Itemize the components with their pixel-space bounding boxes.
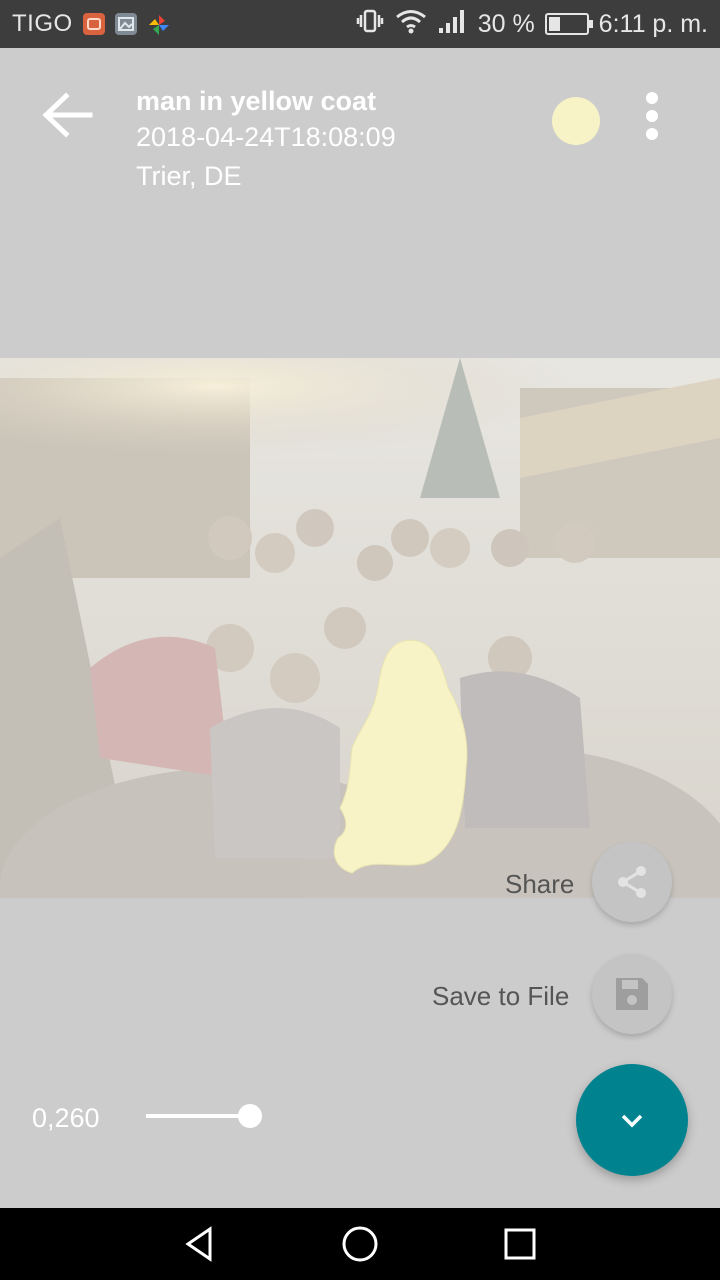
battery-icon — [544, 13, 593, 35]
battery-percent: 30 % — [477, 9, 535, 38]
status-bar-right: 30 % 6:11 p. m. — [356, 0, 708, 48]
share-label: Share — [505, 869, 575, 899]
arrow-left-icon — [42, 92, 93, 138]
save-to-file-label: Save to File — [432, 981, 570, 1011]
navigation-bar — [0, 1208, 720, 1280]
carrier-name: TIGO — [12, 10, 73, 37]
timestamp: 2018-04-24T18:08:09 — [136, 122, 396, 152]
share-button[interactable] — [592, 842, 672, 922]
chevron-down-icon — [621, 1114, 643, 1128]
threshold-slider[interactable] — [146, 1104, 262, 1128]
status-bar: TIGO 30 % 6:11 p. m. — [0, 0, 720, 48]
pinwheel-icon — [147, 13, 169, 35]
more-options-button[interactable] — [632, 88, 672, 144]
back-triangle-icon — [185, 1226, 212, 1262]
segmented-photo — [0, 358, 720, 898]
home-circle-icon — [342, 1226, 378, 1262]
notification-app-icon — [82, 13, 105, 35]
clock: 6:11 p. m. — [598, 9, 708, 38]
signal-icon — [438, 8, 468, 41]
mask-color-swatch[interactable] — [552, 97, 600, 145]
nav-back-button[interactable] — [176, 1220, 224, 1268]
more-vert-icon — [646, 92, 658, 104]
page-title: man in yellow coat — [136, 86, 377, 116]
gallery-icon — [114, 13, 137, 35]
slider-thumb[interactable] — [238, 1104, 262, 1128]
status-bar-left: TIGO — [12, 0, 169, 48]
nav-recents-button[interactable] — [496, 1220, 544, 1268]
location: Trier, DE — [136, 161, 242, 191]
share-icon — [618, 866, 646, 898]
slider-track — [146, 1114, 250, 1118]
threshold-value: 0,260 — [32, 1103, 100, 1133]
wifi-icon — [394, 8, 428, 41]
recents-square-icon — [504, 1228, 536, 1260]
back-button[interactable] — [38, 84, 100, 146]
collapse-menu-button[interactable] — [576, 1064, 688, 1176]
vibrate-icon — [356, 8, 384, 41]
save-icon — [616, 978, 648, 1010]
save-to-file-button[interactable] — [592, 954, 672, 1034]
nav-home-button[interactable] — [336, 1220, 384, 1268]
